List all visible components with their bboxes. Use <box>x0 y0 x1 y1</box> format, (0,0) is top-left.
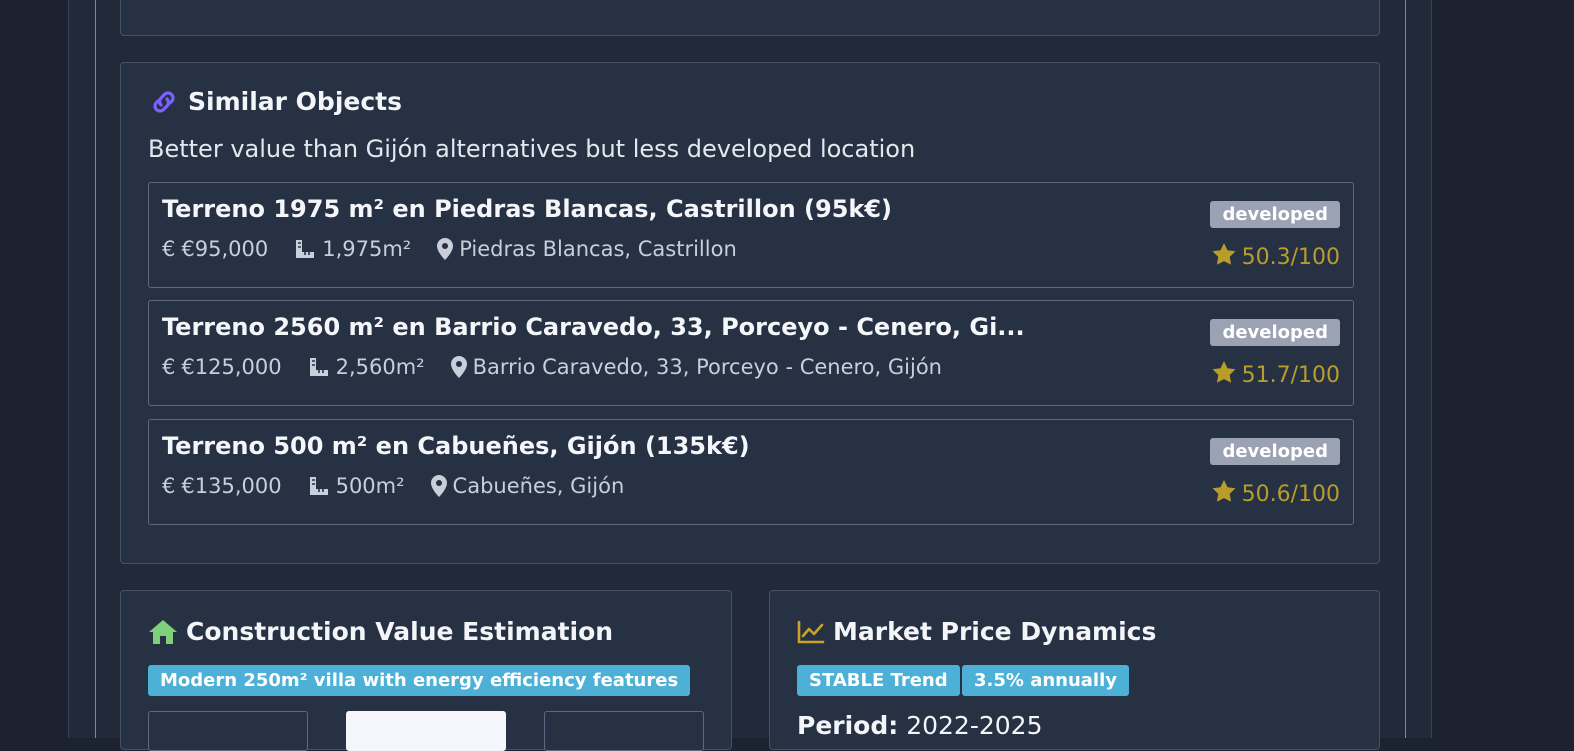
score-value: 50.6/100 <box>1241 481 1340 507</box>
area-value: 2,560m² <box>335 355 425 379</box>
location-info: Barrio Caravedo, 33, Porceyo - Cenero, G… <box>450 355 942 379</box>
status-badge: developed <box>1210 319 1340 346</box>
score-display: 51.7/100 <box>1212 361 1340 389</box>
status-badge: developed <box>1210 438 1340 465</box>
score-display: 50.3/100 <box>1212 243 1340 271</box>
score-value: 50.3/100 <box>1241 244 1340 270</box>
score-display: 50.6/100 <box>1212 480 1340 508</box>
price-value: €125,000 <box>181 355 282 379</box>
similar-object-item[interactable]: Terreno 500 m² en Cabueñes, Gijón (135k€… <box>148 419 1354 525</box>
similar-object-meta: € €135,000 500m² Cabueñes, Gijón <box>162 474 624 498</box>
similar-objects-card: Similar Objects Better value than Gijón … <box>120 62 1380 564</box>
estimate-option[interactable] <box>148 711 308 751</box>
similar-objects-title: Similar Objects <box>188 87 402 116</box>
construction-title: Construction Value Estimation <box>186 617 614 646</box>
trend-tag: STABLE Trend <box>797 665 960 696</box>
price-info: € €125,000 <box>162 355 282 379</box>
similar-object-title[interactable]: Terreno 2560 m² en Barrio Caravedo, 33, … <box>162 313 1025 341</box>
euro-icon: € <box>162 237 176 261</box>
area-info: 2,560m² <box>308 355 425 379</box>
area-value: 500m² <box>335 474 405 498</box>
ruler-icon <box>294 238 316 260</box>
home-icon <box>148 619 178 645</box>
ruler-icon <box>308 475 330 497</box>
ruler-icon <box>308 356 330 378</box>
euro-icon: € <box>162 355 176 379</box>
similar-object-title[interactable]: Terreno 500 m² en Cabueñes, Gijón (135k€… <box>162 432 750 460</box>
location-value: Barrio Caravedo, 33, Porceyo - Cenero, G… <box>472 355 942 379</box>
map-pin-icon <box>450 356 467 378</box>
similar-object-title[interactable]: Terreno 1975 m² en Piedras Blancas, Cast… <box>162 195 892 223</box>
similar-objects-heading: Similar Objects <box>148 87 402 116</box>
star-icon <box>1212 243 1236 271</box>
period-line: Period: 2022-2025 <box>797 711 1042 740</box>
similar-object-meta: € €125,000 2,560m² Barrio Caravedo, 33, … <box>162 355 942 379</box>
construction-value-card: Construction Value Estimation Modern 250… <box>120 590 732 751</box>
market-dynamics-card: Market Price Dynamics STABLE Trend 3.5% … <box>769 590 1380 750</box>
area-info: 500m² <box>308 474 405 498</box>
similar-objects-description: Better value than Gijón alternatives but… <box>148 135 916 163</box>
star-icon <box>1212 480 1236 508</box>
link-icon <box>148 90 180 114</box>
market-title: Market Price Dynamics <box>833 617 1157 646</box>
map-pin-icon <box>437 238 454 260</box>
star-icon <box>1212 361 1236 389</box>
status-badge: developed <box>1210 201 1340 228</box>
period-label: Period: <box>797 711 899 740</box>
similar-object-item[interactable]: Terreno 2560 m² en Barrio Caravedo, 33, … <box>148 300 1354 406</box>
score-value: 51.7/100 <box>1241 362 1340 388</box>
chart-line-icon <box>797 620 825 644</box>
location-value: Cabueñes, Gijón <box>452 474 625 498</box>
price-info: € €95,000 <box>162 237 268 261</box>
previous-card <box>120 0 1380 36</box>
map-pin-icon <box>430 475 447 497</box>
price-info: € €135,000 <box>162 474 282 498</box>
construction-heading: Construction Value Estimation <box>148 617 613 646</box>
area-value: 1,975m² <box>322 237 412 261</box>
area-info: 1,975m² <box>294 237 411 261</box>
rate-tag: 3.5% annually <box>962 665 1129 696</box>
estimate-option[interactable] <box>544 711 704 751</box>
price-value: €135,000 <box>181 474 282 498</box>
estimate-option-selected[interactable] <box>346 711 506 751</box>
location-value: Piedras Blancas, Castrillon <box>459 237 737 261</box>
period-value: 2022-2025 <box>906 711 1043 740</box>
euro-icon: € <box>162 474 176 498</box>
similar-object-item[interactable]: Terreno 1975 m² en Piedras Blancas, Cast… <box>148 182 1354 288</box>
similar-object-meta: € €95,000 1,975m² Piedras Blancas, Castr… <box>162 237 737 261</box>
construction-tag: Modern 250m² villa with energy efficienc… <box>148 665 691 696</box>
price-value: €95,000 <box>181 237 269 261</box>
market-heading: Market Price Dynamics <box>797 617 1156 646</box>
location-info: Piedras Blancas, Castrillon <box>437 237 737 261</box>
location-info: Cabueñes, Gijón <box>430 474 625 498</box>
